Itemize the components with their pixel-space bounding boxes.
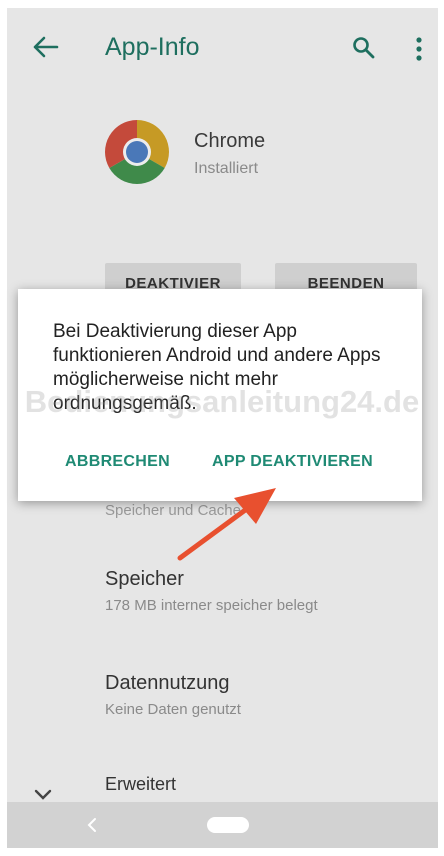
chrome-logo-icon xyxy=(105,120,169,184)
list-item-data-usage[interactable]: Datennutzung Keine Daten genutzt xyxy=(105,672,241,718)
navigation-bar xyxy=(7,802,438,848)
list-item-storage[interactable]: Speicher 178 MB interner speicher belegt xyxy=(105,568,318,614)
watermark: Bedienungsanleitung24.de xyxy=(24,384,420,419)
search-icon[interactable] xyxy=(351,35,375,59)
list-item-title: Datennutzung xyxy=(105,672,230,694)
app-name: Chrome xyxy=(194,130,266,152)
chevron-down-icon[interactable] xyxy=(33,788,53,802)
list-item-title: Erweitert xyxy=(105,774,177,794)
page-title: App-Info xyxy=(105,33,200,61)
more-vert-icon[interactable] xyxy=(415,36,423,62)
list-item-title: Speicher xyxy=(105,568,184,590)
nav-back-icon[interactable] xyxy=(87,817,97,833)
annotation-arrow-icon xyxy=(177,488,276,561)
arrow-back-icon[interactable] xyxy=(33,36,59,58)
list-item-subtitle: 178 MB interner speicher belegt xyxy=(105,597,318,614)
deactivate-app-button[interactable]: APP DEAKTIVIEREN xyxy=(212,453,373,471)
list-item-subtitle: Keine Daten genutzt xyxy=(105,701,241,718)
app-bar: App-Info xyxy=(7,8,438,88)
nav-home-pill[interactable] xyxy=(207,817,249,833)
list-item-advanced[interactable]: Erweitert xyxy=(105,774,176,795)
cancel-button[interactable]: ABBRECHEN xyxy=(65,453,170,471)
app-status: Installiert xyxy=(194,160,259,177)
